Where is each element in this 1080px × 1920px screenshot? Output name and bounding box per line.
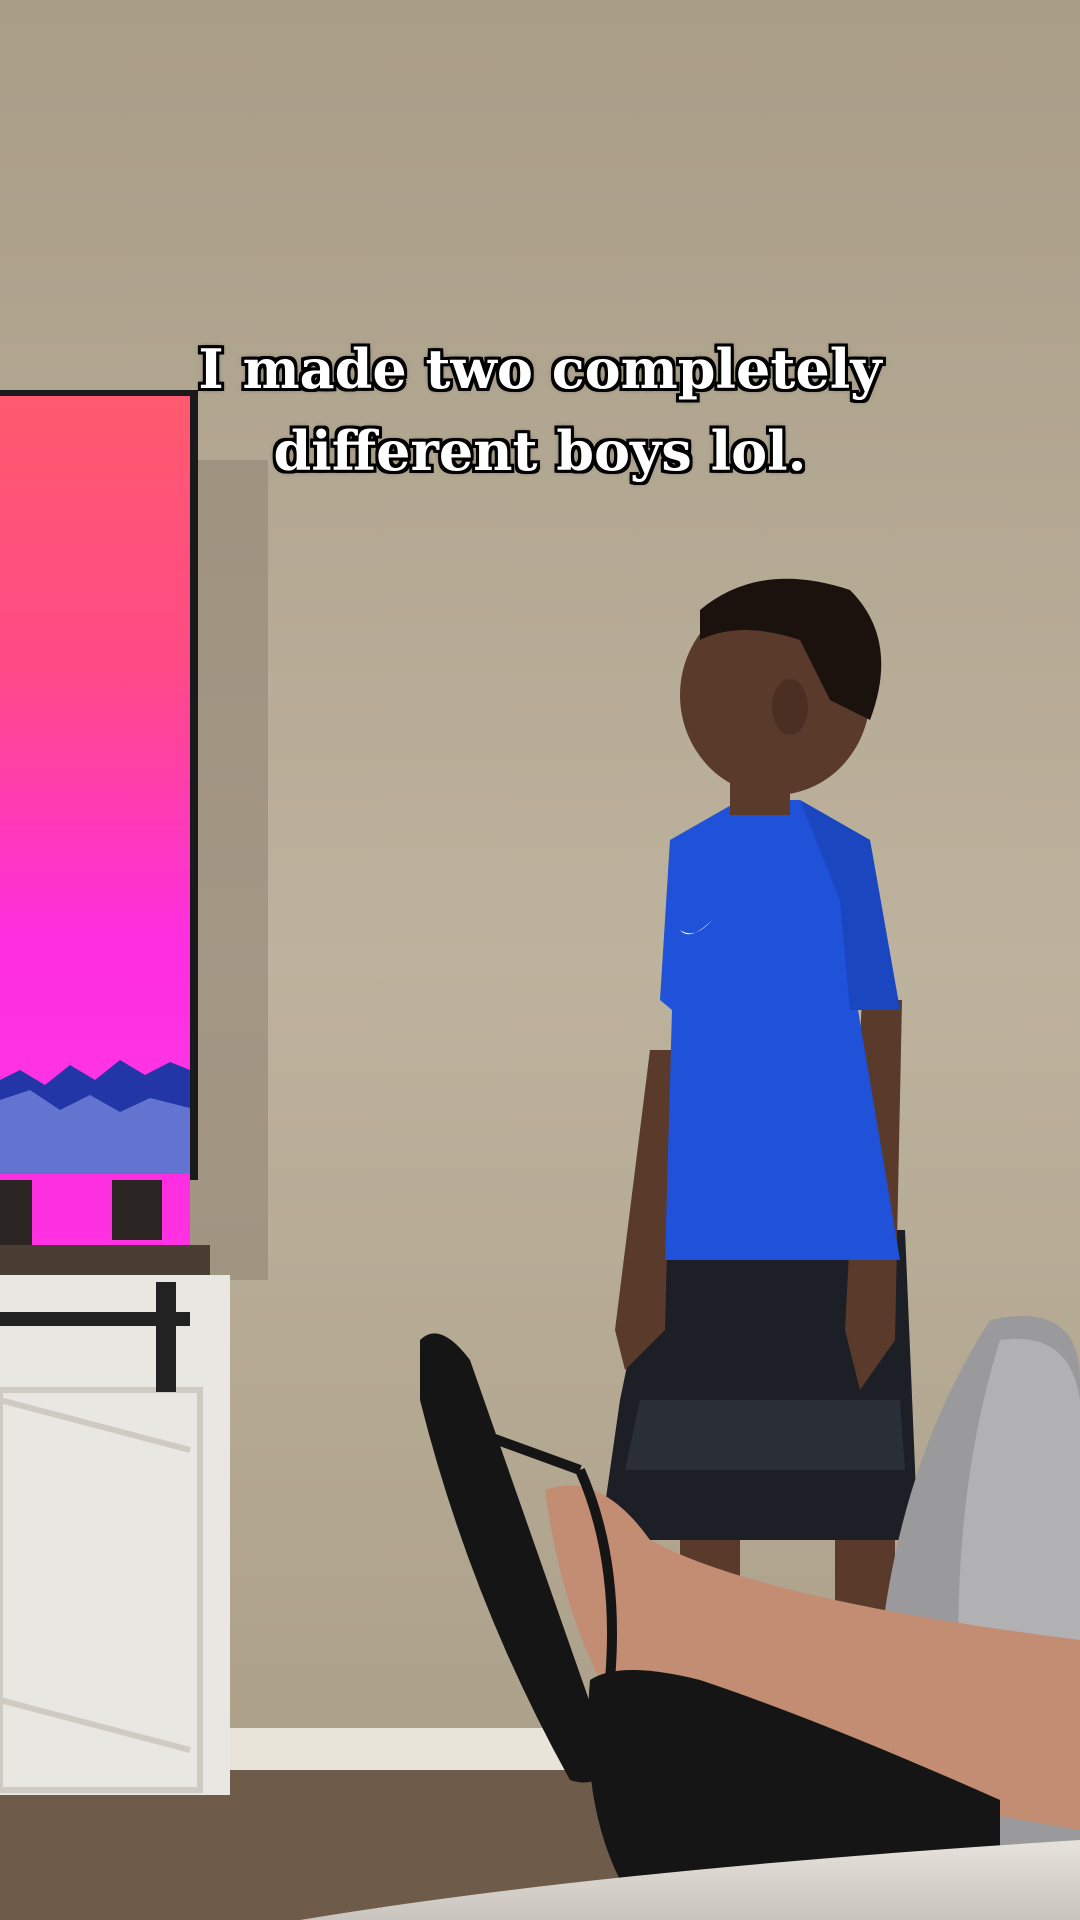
- video-caption: I made two completely different boys lol…: [0, 328, 1080, 492]
- photo-scene: [0, 0, 1080, 1920]
- caption-line-2: different boys lol.: [273, 419, 807, 483]
- tv-cabinet: [0, 1245, 230, 1795]
- caption-line-1: I made two completely: [198, 337, 882, 401]
